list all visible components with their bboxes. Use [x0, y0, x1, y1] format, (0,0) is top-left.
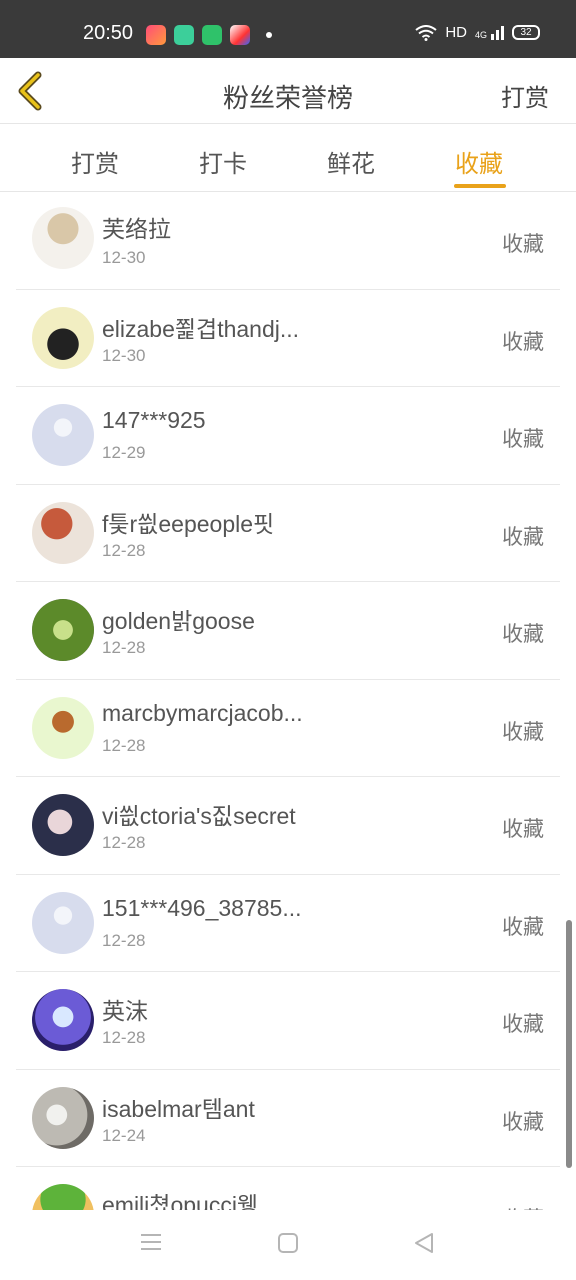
list-item[interactable]: vi씞ctoria's짒secret 12-28 收藏 [16, 777, 560, 875]
scrollbar[interactable] [566, 920, 572, 1168]
list-item[interactable]: 151***496_38785... 12-28 收藏 [16, 875, 560, 972]
fan-list: 芙络拉 12-30 收藏 elizabe쬝겹thandj... 12-30 收藏… [0, 192, 576, 1210]
status-right: HD 4G 32 [415, 24, 540, 41]
page-title: 粉丝荣誉榜 [222, 84, 353, 114]
list-item-date: 12-28 [102, 735, 146, 755]
list-item-name: 芙络拉 [102, 216, 171, 242]
list-item-name: golden밝goose [102, 608, 255, 634]
video-app-icon [146, 25, 166, 45]
avatar [32, 501, 94, 564]
list-item-name: 151***496_38785... [102, 894, 302, 921]
list-item-name: elizabe쬝겹thandj... [102, 315, 300, 342]
battery-icon: 32 [512, 25, 540, 40]
tab-favorites[interactable]: 收藏 [455, 144, 503, 179]
list-item[interactable]: isabelmar템ant 12-24 收藏 [16, 1070, 560, 1167]
list-item-action: 收藏 [502, 914, 544, 939]
list-item-date: 12-28 [102, 833, 146, 852]
wifi-icon [415, 24, 437, 41]
status-bar: 20:50 HD 4G 32 [0, 0, 576, 58]
avatar [32, 207, 94, 269]
list-item-date: 12-24 [102, 1125, 146, 1145]
list-item[interactable]: marcbymarcjacob... 12-28 收藏 [16, 680, 560, 777]
reward-button[interactable]: 打赏 [501, 78, 549, 113]
notification-dot-icon [266, 32, 272, 38]
list-item-action: 收藏 [502, 622, 544, 646]
list-item-action: 收藏 [502, 1109, 544, 1134]
cart-app-icon [174, 25, 194, 45]
list-item-date: 12-28 [102, 1028, 146, 1047]
avatar [32, 1184, 94, 1210]
list-item-name: 英沫 [102, 998, 148, 1024]
tiktok-app-icon [230, 25, 250, 45]
network-label: HD [445, 24, 467, 41]
home-icon[interactable] [277, 1232, 299, 1254]
list-item-action: 收藏 [502, 1012, 544, 1036]
active-tab-indicator [454, 184, 506, 188]
list-item-date: 12-28 [102, 540, 146, 560]
list-item-action: 收藏 [502, 817, 544, 841]
list-item[interactable]: 英沫 12-28 收藏 [16, 972, 560, 1070]
list-item[interactable]: emili쳤opucci웽 收藏 [16, 1167, 560, 1210]
list-item[interactable]: f틏r씞eepeople핏 12-28 收藏 [16, 485, 560, 582]
list-item-action: 收藏 [502, 427, 544, 451]
circle-app-icon [202, 25, 222, 45]
default-avatar-icon [32, 404, 94, 466]
list-item-date: 12-29 [102, 443, 146, 462]
list-item-name: 147***925 [102, 407, 206, 433]
signal-icon: 4G [474, 25, 504, 40]
signal-label: 4G [474, 29, 487, 40]
list-item-name: isabelmar템ant [102, 1095, 255, 1122]
avatar [32, 794, 94, 856]
avatar [32, 989, 94, 1051]
menu-icon[interactable] [140, 1232, 162, 1252]
list-item-date: 12-30 [102, 248, 146, 267]
list-item-name: marcbymarcjacob... [102, 699, 303, 726]
list-item-date: 12-30 [102, 345, 146, 365]
back-icon[interactable] [413, 1232, 435, 1254]
nav-bar: 粉丝荣誉榜 打赏 [0, 58, 576, 124]
avatar [32, 599, 94, 661]
list-item-action: 收藏 [502, 719, 544, 744]
list-item-name: emili쳤opucci웽 [102, 1192, 259, 1210]
list-item-name: vi씞ctoria's짒secret [102, 803, 296, 829]
tab-checkin[interactable]: 打卡 [199, 144, 247, 179]
tab-bar: 打赏 打卡 鲜花 收藏 [0, 124, 576, 192]
list-item-action: 收藏 [502, 524, 544, 549]
list-item[interactable]: elizabe쬝겹thandj... 12-30 收藏 [16, 290, 560, 387]
list-item-action: 收藏 [502, 232, 544, 256]
list-item-action: 收藏 [502, 329, 544, 354]
status-app-icons [146, 25, 272, 45]
list-item-date: 12-28 [102, 638, 146, 657]
list-item[interactable]: 芙络拉 12-30 收藏 [16, 192, 560, 290]
system-nav-bar [0, 1210, 576, 1280]
avatar [32, 306, 94, 369]
avatar [32, 1086, 94, 1149]
tab-flowers[interactable]: 鲜花 [327, 144, 375, 179]
list-item-action: 收藏 [502, 1203, 544, 1210]
default-avatar-icon [32, 891, 94, 954]
avatar [32, 696, 94, 759]
list-item[interactable]: golden밝goose 12-28 收藏 [16, 582, 560, 680]
list-item-name: f틏r씞eepeople핏 [102, 510, 275, 537]
tab-reward[interactable]: 打赏 [71, 144, 119, 179]
list-item[interactable]: 147***925 12-29 收藏 [16, 387, 560, 485]
list-item-date: 12-28 [102, 930, 146, 950]
status-time: 20:50 [83, 22, 134, 44]
